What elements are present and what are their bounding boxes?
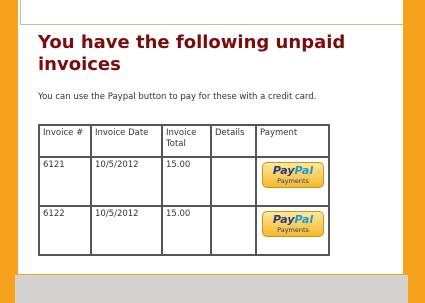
paypal-logo: PayPal [272,213,314,226]
table-header-row: Invoice # Invoice Date Invoice Total Det… [39,125,329,157]
table-row: 6122 10/5/2012 15.00 PayPal Payments [39,206,329,255]
panel-edge [20,0,21,25]
invoice-date-cell: 10/5/2012 [91,206,162,255]
paypal-button-label: Payments [277,226,309,234]
column-header-invoice-date: Invoice Date [91,125,162,157]
invoice-date-cell: 10/5/2012 [91,157,162,206]
column-header-payment: Payment [256,125,329,157]
page-title: You have the following unpaid invoices [38,32,346,75]
paypal-button-label: Payments [277,177,309,185]
invoice-number-cell: 6122 [39,206,91,255]
paypal-payments-button[interactable]: PayPal Payments [262,162,324,188]
paypal-logo: PayPal [272,164,314,177]
intro-text: You can use the Paypal button to pay for… [38,92,317,102]
column-header-invoice-number: Invoice # [39,125,91,157]
payment-cell: PayPal Payments [256,157,329,206]
details-cell [211,206,256,255]
invoice-table: Invoice # Invoice Date Invoice Total Det… [38,124,330,256]
paypal-payments-button[interactable]: PayPal Payments [262,211,324,237]
details-cell [211,157,256,206]
column-header-invoice-total: Invoice Total [162,125,211,157]
invoice-total-cell: 15.00 [162,157,211,206]
payment-cell: PayPal Payments [256,206,329,255]
invoice-number-cell: 6121 [39,157,91,206]
panel-divider [20,24,403,25]
column-header-details: Details [211,125,256,157]
invoice-total-cell: 15.00 [162,206,211,255]
panel-shadow [15,275,408,303]
table-row: 6121 10/5/2012 15.00 PayPal Payments [39,157,329,206]
